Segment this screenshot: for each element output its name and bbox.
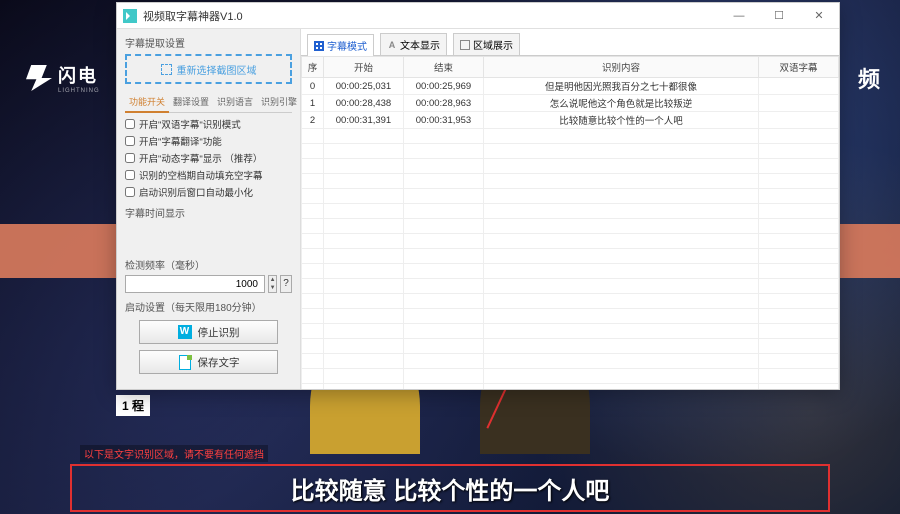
grid-icon [314, 41, 324, 51]
text-icon: A [387, 40, 397, 50]
save-text-button[interactable]: 保存文字 [139, 350, 278, 374]
table-row[interactable] [302, 129, 839, 144]
table-row[interactable] [302, 204, 839, 219]
col-end[interactable]: 结束 [404, 57, 484, 78]
titlebar[interactable]: 视频取字幕神器V1.0 — ☐ ✕ [117, 3, 839, 29]
check-minimize[interactable]: 启动识别后窗口自动最小化 [125, 185, 292, 199]
table-row[interactable] [302, 159, 839, 174]
table-row[interactable]: 200:00:31,39100:00:31,953比较随意比较个性的一个人吧 [302, 112, 839, 129]
table-row[interactable] [302, 294, 839, 309]
col-bilingual[interactable]: 双语字幕 [759, 57, 839, 78]
table-row[interactable] [302, 234, 839, 249]
table-row[interactable] [302, 219, 839, 234]
maximize-button[interactable]: ☐ [759, 3, 799, 29]
section-time: 字幕时间显示 [125, 205, 292, 220]
logo-text: 闪电 [58, 62, 100, 88]
table-row[interactable] [302, 354, 839, 369]
tab-language[interactable]: 识别语言 [213, 92, 257, 112]
check-bilingual[interactable]: 开启"双语字幕"识别模式 [125, 117, 292, 131]
lightning-icon [26, 65, 52, 91]
logo-subtext: LIGHTNING [58, 88, 100, 94]
minimize-button[interactable]: — [719, 3, 759, 29]
table-row[interactable]: 100:00:28,43800:00:28,963怎么说呢他这个角色就是比较叛逆 [302, 95, 839, 112]
crop-icon [161, 64, 172, 75]
table-row[interactable] [302, 324, 839, 339]
spin-down-icon: ▼ [269, 284, 276, 292]
check-dynamic[interactable]: 开启"动态字幕"显示 （推荐） [125, 151, 292, 165]
tab-engine[interactable]: 识别引擎 [257, 92, 301, 112]
table-header-row: 序 开始 结束 识别内容 双语字幕 [302, 57, 839, 78]
table-row[interactable] [302, 369, 839, 384]
tab-text-display[interactable]: A文本显示 [380, 33, 447, 55]
checkbox[interactable] [125, 153, 135, 163]
sidebar-heading: 字幕提取设置 [125, 35, 292, 50]
frequency-spinner[interactable]: ▲▼ [268, 275, 277, 293]
close-button[interactable]: ✕ [799, 3, 839, 29]
checkbox[interactable] [125, 187, 135, 197]
w-icon: W [178, 325, 192, 339]
table-row[interactable] [302, 309, 839, 324]
checkbox[interactable] [125, 170, 135, 180]
table-row[interactable] [302, 264, 839, 279]
reselect-region-button[interactable]: 重新选择截图区域 [125, 54, 292, 84]
subtitle-table[interactable]: 序 开始 结束 识别内容 双语字幕 000:00:25,03100:00:25,… [301, 56, 839, 389]
save-label: 保存文字 [198, 355, 240, 370]
stop-recognition-button[interactable]: W 停止识别 [139, 320, 278, 344]
subtitle-capture-box: 比较随意 比较个性的一个人吧 [70, 464, 830, 512]
sidebar-tabs: 功能开关 翻译设置 识别语言 识别引擎 [125, 92, 292, 113]
reselect-label: 重新选择截图区域 [177, 62, 257, 77]
stop-label: 停止识别 [198, 325, 240, 340]
section-start: 启动设置（每天限用180分钟） [125, 299, 292, 314]
app-icon [123, 9, 137, 23]
spin-up-icon: ▲ [269, 276, 276, 284]
table-row[interactable] [302, 339, 839, 354]
check-fillgap[interactable]: 识别的空档期自动填充空字幕 [125, 168, 292, 182]
checkbox[interactable] [125, 119, 135, 129]
table-row[interactable]: 000:00:25,03100:00:25,969但是明他因光照我百分之七十都很… [302, 78, 839, 95]
col-content[interactable]: 识别内容 [484, 57, 759, 78]
save-icon [178, 355, 192, 369]
table-row[interactable] [302, 279, 839, 294]
checkbox[interactable] [125, 136, 135, 146]
table-row[interactable] [302, 144, 839, 159]
tab-translate[interactable]: 翻译设置 [169, 92, 213, 112]
col-start[interactable]: 开始 [324, 57, 404, 78]
col-index[interactable]: 序 [302, 57, 324, 78]
table-row[interactable] [302, 384, 839, 390]
subtitle-region: 比较随意 比较个性的一个人吧 [0, 454, 900, 514]
main-panel: 字幕模式 A文本显示 区域展示 序 开始 结束 识别内容 双语字幕 000:00… [301, 29, 839, 389]
channel-logo: 闪电 LIGHTNING [26, 62, 100, 94]
bg-right-text: 频 [858, 62, 880, 94]
table-row[interactable] [302, 249, 839, 264]
tab-region-display[interactable]: 区域展示 [453, 33, 520, 55]
sidebar: 字幕提取设置 重新选择截图区域 功能开关 翻译设置 识别语言 识别引擎 开启"双… [117, 29, 301, 389]
tab-subtitle-mode[interactable]: 字幕模式 [307, 34, 374, 56]
frequency-input[interactable] [125, 275, 265, 293]
table-row[interactable] [302, 174, 839, 189]
region-icon [460, 40, 470, 50]
table-row[interactable] [302, 189, 839, 204]
subtitle-text: 比较随意 比较个性的一个人吧 [291, 471, 610, 506]
check-translate[interactable]: 开启"字幕翻译"功能 [125, 134, 292, 148]
tab-features[interactable]: 功能开关 [125, 92, 169, 113]
app-window: 视频取字幕神器V1.0 — ☐ ✕ 字幕提取设置 重新选择截图区域 功能开关 翻… [116, 2, 840, 390]
main-tabs: 字幕模式 A文本显示 区域展示 [301, 29, 839, 56]
help-button[interactable]: ? [280, 275, 292, 293]
channel-badge: 1 程 [116, 395, 150, 416]
section-freq: 检测频率（毫秒） [125, 257, 292, 272]
window-title: 视频取字幕神器V1.0 [143, 8, 243, 24]
